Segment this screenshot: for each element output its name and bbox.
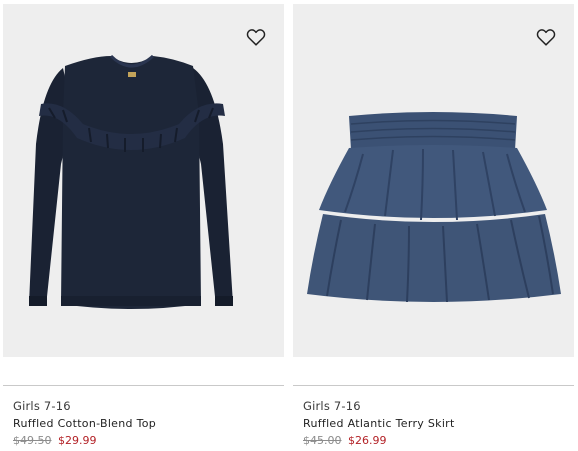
product-category: Girls 7-16 (303, 399, 361, 413)
original-price: $45.00 (303, 434, 342, 447)
favorite-heart-icon[interactable] (245, 26, 267, 48)
navy-tiered-skirt-image (307, 112, 561, 303)
product-card[interactable]: Girls 7-16 Ruffled Cotton-Blend Top $49.… (3, 0, 284, 451)
card-divider (293, 385, 574, 386)
sale-price: $26.99 (348, 434, 387, 447)
product-name-link[interactable]: Ruffled Atlantic Terry Skirt (303, 417, 455, 430)
favorite-heart-icon[interactable] (535, 26, 557, 48)
original-price: $49.50 (13, 434, 52, 447)
card-divider (3, 385, 284, 386)
navy-ruffled-top-image (29, 54, 233, 309)
product-card[interactable]: Girls 7-16 Ruffled Atlantic Terry Skirt … (293, 0, 574, 451)
product-image-area[interactable] (293, 4, 574, 357)
sale-price: $29.99 (58, 434, 97, 447)
price-row: $49.50 $29.99 (13, 434, 97, 447)
product-image-area[interactable] (3, 4, 284, 357)
product-name-link[interactable]: Ruffled Cotton-Blend Top (13, 417, 156, 430)
product-category: Girls 7-16 (13, 399, 71, 413)
price-row: $45.00 $26.99 (303, 434, 387, 447)
